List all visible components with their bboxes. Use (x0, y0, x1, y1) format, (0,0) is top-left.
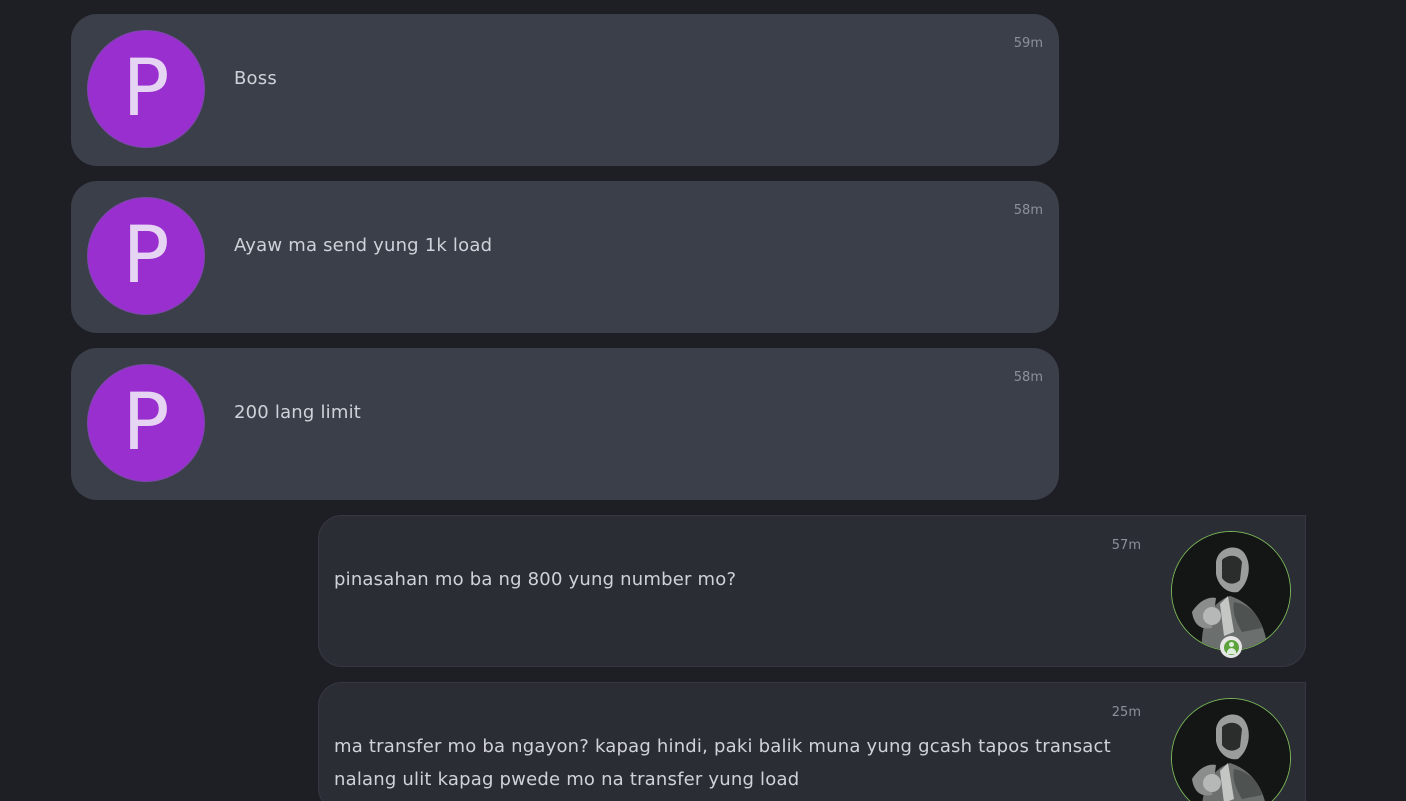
message-text: pinasahan mo ba ng 800 yung number mo? (334, 569, 737, 590)
online-user-icon (1220, 636, 1242, 658)
message-bubble-outgoing[interactable]: ma transfer mo ba ngayon? kapag hindi, p… (318, 682, 1306, 801)
message-timestamp: 58m (1013, 370, 1043, 385)
user-photo-icon (1172, 532, 1290, 650)
message-bubble-incoming[interactable]: P 200 lang limit 58m (71, 348, 1059, 500)
message-timestamp: 57m (1111, 538, 1141, 553)
sender-initial: P (122, 378, 170, 468)
message-timestamp: 58m (1013, 203, 1043, 218)
sender-initial: P (122, 211, 170, 301)
message-text: Boss (234, 68, 277, 89)
message-text: ma transfer mo ba ngayon? kapag hindi, p… (334, 736, 1111, 790)
message-timestamp: 59m (1013, 36, 1043, 51)
message-timestamp: 25m (1111, 705, 1141, 720)
user-avatar[interactable] (1171, 531, 1291, 658)
sender-initial: P (122, 44, 170, 134)
sender-avatar[interactable]: P (87, 197, 205, 315)
message-bubble-incoming[interactable]: P Boss 59m (71, 14, 1059, 166)
sender-avatar[interactable]: P (87, 364, 205, 482)
message-bubble-incoming[interactable]: P Ayaw ma send yung 1k load 58m (71, 181, 1059, 333)
chat-thread: P Boss 59m P Ayaw ma send yung 1k load 5… (0, 0, 1406, 801)
user-photo-icon (1172, 699, 1290, 801)
sender-avatar[interactable]: P (87, 30, 205, 148)
message-text: 200 lang limit (234, 402, 362, 423)
user-avatar[interactable] (1171, 698, 1291, 801)
message-text: Ayaw ma send yung 1k load (234, 235, 493, 256)
message-bubble-outgoing[interactable]: pinasahan mo ba ng 800 yung number mo? 5… (318, 515, 1306, 667)
